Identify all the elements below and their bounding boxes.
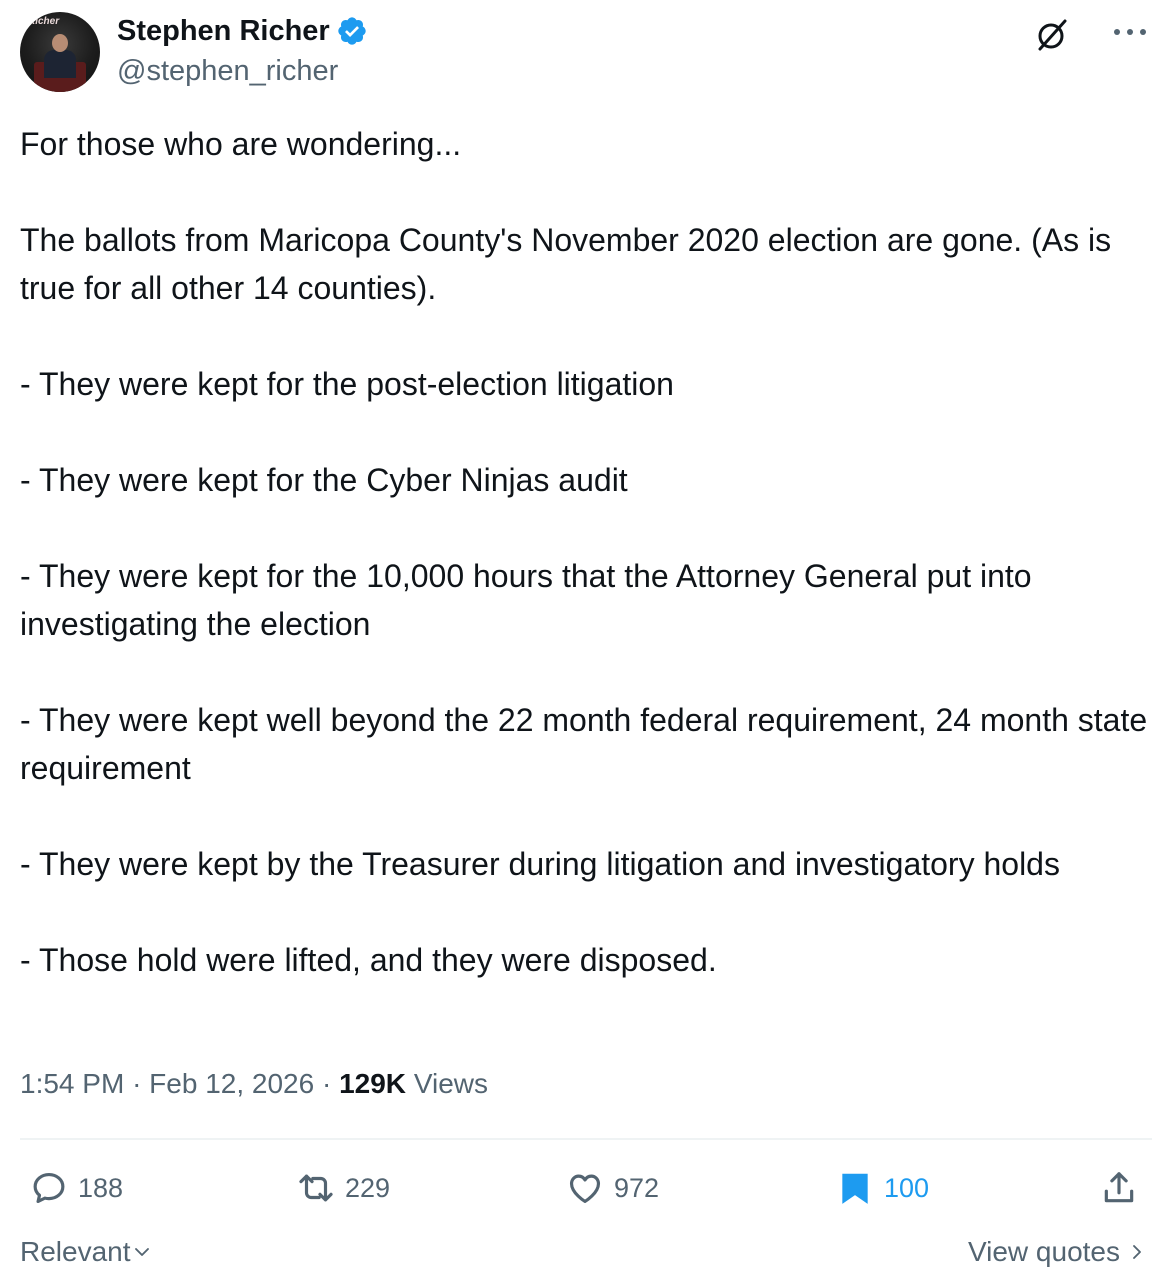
divider bbox=[20, 1138, 1152, 1140]
reply-button[interactable]: 188 bbox=[30, 1166, 123, 1210]
tweet-paragraph: - They were kept for the 10,000 hours th… bbox=[20, 558, 1032, 642]
bookmark-filled-icon bbox=[842, 1173, 868, 1204]
repost-icon bbox=[299, 1174, 333, 1202]
like-button[interactable]: 972 bbox=[566, 1166, 659, 1210]
heart-icon bbox=[569, 1174, 601, 1204]
more-dot bbox=[1140, 29, 1146, 35]
tweet-date[interactable]: Feb 12, 2026 bbox=[149, 1068, 314, 1099]
share-icon bbox=[1104, 1172, 1134, 1203]
more-dot bbox=[1114, 29, 1120, 35]
meta-separator: · bbox=[321, 1068, 332, 1099]
tweet-paragraph: For those who are wondering... bbox=[20, 126, 462, 162]
meta-separator: · bbox=[132, 1068, 142, 1099]
view-quotes-link[interactable]: View quotes bbox=[968, 1232, 1146, 1272]
repost-button[interactable]: 229 bbox=[297, 1166, 390, 1210]
chevron-down-icon bbox=[134, 1248, 149, 1256]
share-button[interactable] bbox=[1100, 1166, 1138, 1210]
tweet-time[interactable]: 1:54 PM bbox=[20, 1068, 124, 1099]
bookmark-button[interactable]: 100 bbox=[836, 1166, 929, 1210]
avatar-sign-text: Richer bbox=[28, 16, 60, 27]
verified-badge-icon bbox=[338, 17, 366, 45]
reply-count: 188 bbox=[78, 1172, 124, 1203]
avatar[interactable]: Richer bbox=[20, 12, 100, 92]
tweet-paragraph: - They were kept for the post-election l… bbox=[20, 366, 674, 402]
view-quotes-label: View quotes bbox=[967, 1236, 1120, 1267]
views-label: Views bbox=[413, 1068, 488, 1099]
tweet-paragraph: - They were kept well beyond the 22 mont… bbox=[20, 702, 1148, 786]
reply-icon bbox=[33, 1172, 65, 1204]
author-handle[interactable]: @stephen_richer bbox=[117, 52, 338, 90]
views-count: 129K bbox=[339, 1068, 407, 1099]
tweet-text: For those who are wondering... The ballo… bbox=[20, 120, 1155, 984]
sort-label: Relevant bbox=[20, 1236, 131, 1267]
tweet-meta: 1:54 PM · Feb 12, 2026 · 129K Views bbox=[20, 1064, 488, 1104]
more-dot bbox=[1127, 29, 1133, 35]
tweet-paragraph: The ballots from Maricopa County's Novem… bbox=[20, 222, 1112, 306]
repost-count: 229 bbox=[345, 1172, 391, 1203]
author-name[interactable]: Stephen Richer bbox=[117, 12, 368, 50]
chevron-right-icon bbox=[1133, 1245, 1141, 1259]
bookmark-count: 100 bbox=[884, 1172, 930, 1203]
like-count: 972 bbox=[614, 1172, 660, 1203]
author-display-name[interactable]: Stephen Richer bbox=[117, 12, 330, 50]
avatar-head bbox=[52, 34, 68, 52]
avatar-torso bbox=[44, 50, 76, 78]
grok-icon[interactable] bbox=[1034, 17, 1070, 53]
more-icon[interactable] bbox=[1114, 16, 1146, 48]
sort-relevant-dropdown[interactable]: Relevant bbox=[20, 1232, 151, 1272]
tweet-paragraph: - They were kept by the Treasurer during… bbox=[20, 846, 1060, 882]
tweet-paragraph: - Those hold were lifted, and they were … bbox=[20, 942, 717, 978]
tweet-paragraph: - They were kept for the Cyber Ninjas au… bbox=[20, 462, 628, 498]
